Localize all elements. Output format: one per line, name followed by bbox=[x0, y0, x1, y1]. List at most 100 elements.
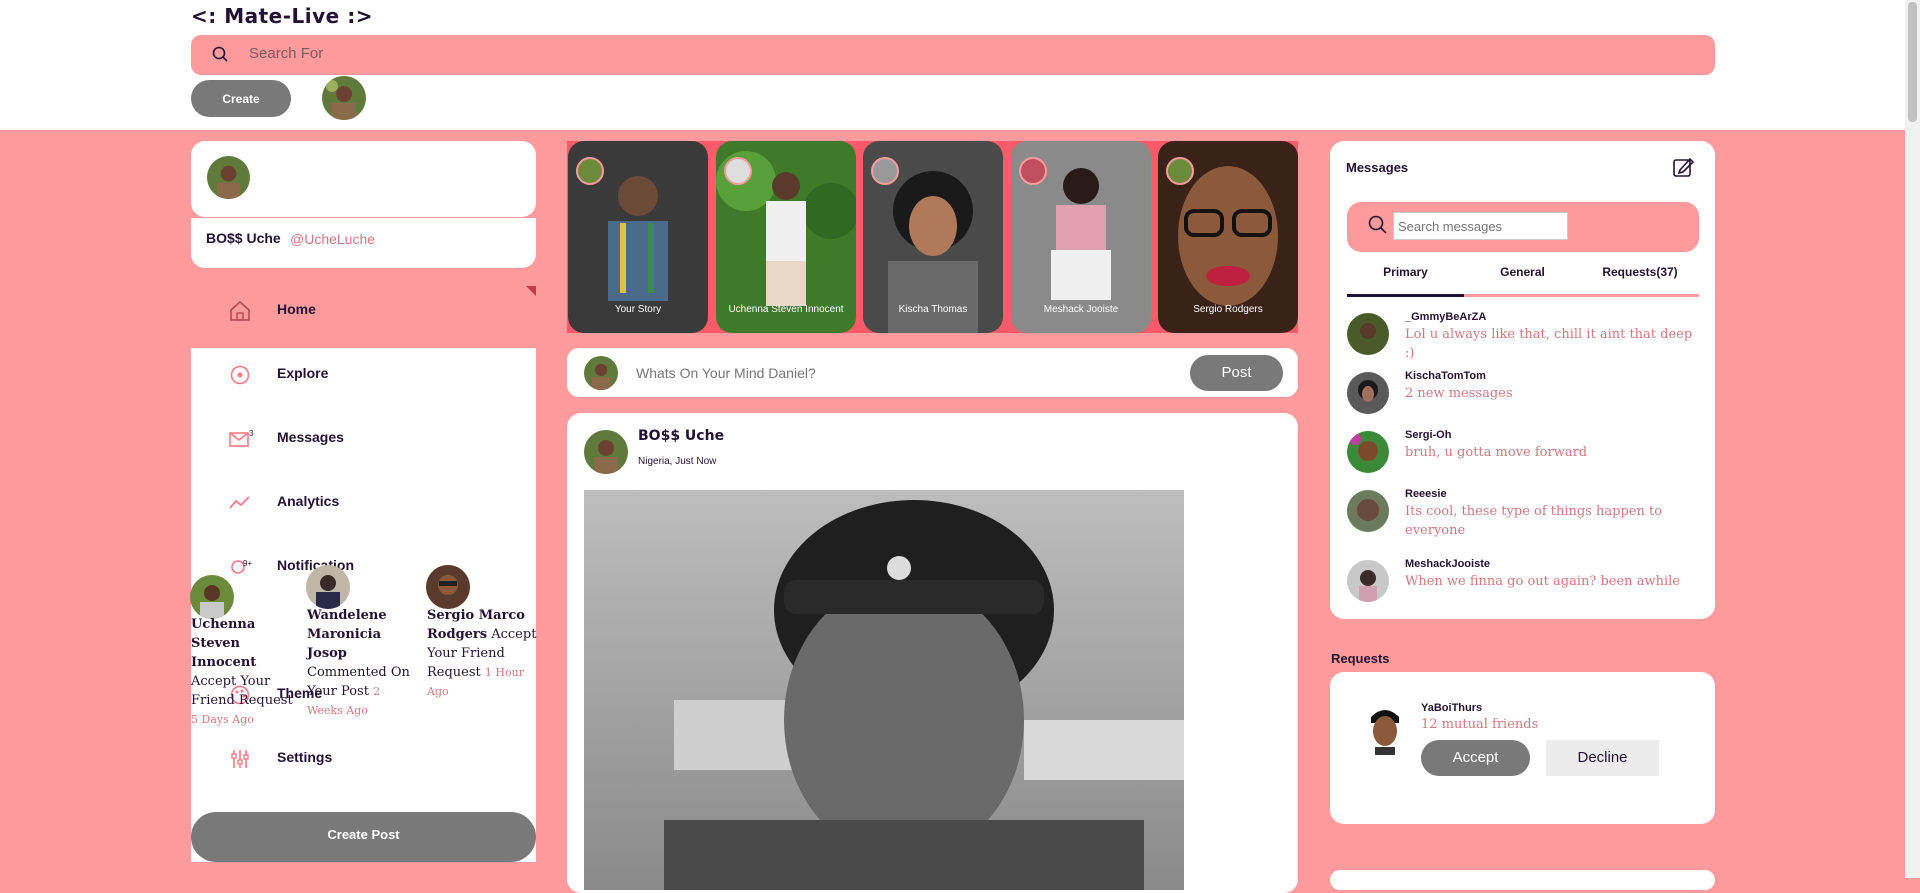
story-avatar bbox=[576, 157, 604, 185]
story-avatar bbox=[871, 157, 899, 185]
analytics-icon bbox=[229, 496, 250, 509]
post-photo[interactable] bbox=[584, 490, 1184, 890]
request-avatar[interactable] bbox=[1365, 703, 1405, 755]
message-item[interactable]: MeshackJooiste When we finna go out agai… bbox=[1347, 558, 1699, 616]
user-avatar[interactable] bbox=[322, 76, 366, 120]
notification-action: Accept Your Friend Request bbox=[191, 674, 293, 708]
message-item[interactable]: _GmmyBeArZA Lol u always like that, chil… bbox=[1347, 311, 1699, 369]
messages-title: Messages bbox=[1346, 160, 1409, 175]
profile-avatar[interactable] bbox=[207, 156, 250, 199]
message-search-bar[interactable] bbox=[1347, 202, 1699, 252]
page-scrollbar[interactable] bbox=[1905, 0, 1920, 878]
bell-icon: 9+ bbox=[231, 559, 252, 574]
sidebar-item-label: Explore bbox=[277, 365, 329, 381]
message-avatar bbox=[1347, 313, 1389, 355]
create-button[interactable]: Create bbox=[191, 80, 291, 117]
notification-avatar bbox=[190, 575, 234, 619]
post-author-avatar[interactable] bbox=[584, 430, 628, 474]
message-search-input[interactable] bbox=[1393, 212, 1568, 240]
message-preview: When we finna go out again? been awhile bbox=[1405, 574, 1680, 589]
tab-general[interactable]: General bbox=[1464, 265, 1581, 279]
sidebar-item-analytics[interactable]: Analytics bbox=[191, 473, 536, 533]
message-avatar bbox=[1347, 560, 1389, 602]
decline-button[interactable]: Decline bbox=[1546, 740, 1659, 776]
sidebar-item-label: Home bbox=[277, 301, 316, 317]
message-avatar bbox=[1347, 372, 1389, 414]
story-card[interactable]: Your Story bbox=[568, 141, 708, 333]
sidebar-item-label: Settings bbox=[277, 749, 333, 765]
create-post-button[interactable]: Create Post bbox=[191, 812, 536, 862]
notification-badge: 9+ bbox=[243, 559, 252, 568]
search-icon bbox=[212, 46, 228, 62]
message-preview: bruh, u gotta move forward bbox=[1405, 445, 1588, 460]
message-sender: _GmmyBeArZA bbox=[1405, 311, 1487, 323]
message-preview: 2 new messages bbox=[1405, 386, 1513, 401]
story-avatar bbox=[1166, 157, 1194, 185]
post-location-time: Nigeria, Just Now bbox=[638, 456, 717, 467]
story-avatar bbox=[1019, 157, 1047, 185]
next-panel bbox=[1330, 870, 1715, 890]
global-search-input[interactable] bbox=[247, 44, 951, 63]
message-item[interactable]: Reeesie Its cool, these type of things h… bbox=[1347, 488, 1699, 546]
notification-who: Uchenna Steven Innocent bbox=[191, 617, 257, 670]
notification-item[interactable]: Wandelene Maronicia Josop Commented On Y… bbox=[307, 606, 417, 720]
notification-time: 5 Days Ago bbox=[191, 713, 254, 726]
sidebar-item-label: Analytics bbox=[277, 493, 340, 509]
global-search-bar[interactable] bbox=[191, 35, 1715, 75]
scrollbar-thumb[interactable] bbox=[1908, 2, 1917, 122]
message-item[interactable]: KischaTomTom 2 new messages bbox=[1347, 370, 1699, 428]
story-caption: Your Story bbox=[614, 304, 662, 315]
settings-icon bbox=[231, 750, 249, 768]
sidebar-item-explore[interactable]: Explore bbox=[191, 345, 536, 405]
notification-action: Commented On Your Post bbox=[307, 665, 410, 699]
story-caption: Sergio Rodgers bbox=[1193, 304, 1263, 315]
sidebar-item-settings[interactable]: Settings bbox=[191, 729, 536, 789]
search-icon bbox=[1368, 215, 1387, 234]
message-preview: Lol u always like that, chill it aint th… bbox=[1405, 327, 1693, 361]
sidebar-item-messages[interactable]: 3 Messages bbox=[191, 409, 536, 469]
accept-button[interactable]: Accept bbox=[1421, 740, 1530, 776]
message-sender: Sergi-Oh bbox=[1405, 429, 1452, 441]
mail-icon: 3 bbox=[229, 429, 253, 447]
tab-requests[interactable]: Requests(37) bbox=[1581, 265, 1699, 279]
story-card[interactable]: Sergio Rodgers bbox=[1158, 141, 1298, 333]
story-caption: Meshack Jooiste bbox=[1043, 304, 1119, 315]
app-logo[interactable]: <: Mate-Live :> bbox=[191, 4, 373, 28]
sidebar-item-notification[interactable]: 9+ Notification bbox=[191, 537, 536, 597]
notification-item[interactable]: Sergio Marco Rodgers Accept Your Friend … bbox=[427, 606, 537, 701]
story-card[interactable]: Kischa Thomas bbox=[863, 141, 1003, 333]
home-icon bbox=[230, 300, 250, 321]
message-sender: MeshackJooiste bbox=[1405, 558, 1490, 570]
profile-handle: @UcheLuche bbox=[290, 231, 376, 247]
sidebar-item-label: Messages bbox=[277, 429, 344, 445]
post-author-name[interactable]: BO$$ Uche bbox=[638, 428, 724, 444]
message-avatar bbox=[1347, 490, 1389, 532]
notification-avatar bbox=[426, 565, 470, 609]
story-caption: Uchenna Steven Innocent bbox=[728, 304, 844, 315]
tab-primary[interactable]: Primary bbox=[1347, 265, 1464, 279]
story-card[interactable]: Meshack Jooiste bbox=[1011, 141, 1151, 333]
story-card[interactable]: Uchenna Steven Innocent bbox=[716, 141, 856, 333]
story-avatar bbox=[724, 157, 752, 185]
message-sender: KischaTomTom bbox=[1405, 370, 1486, 382]
composer-input[interactable] bbox=[634, 364, 1134, 382]
notification-who: Wandelene Maronicia Josop bbox=[307, 608, 387, 661]
message-avatar bbox=[1347, 431, 1389, 473]
message-sender: Reeesie bbox=[1405, 488, 1447, 500]
message-preview: Its cool, these type of things happen to… bbox=[1405, 504, 1663, 538]
tab-underline-active bbox=[1347, 294, 1464, 297]
explore-icon bbox=[230, 365, 250, 385]
post-button[interactable]: Post bbox=[1190, 355, 1283, 391]
request-name[interactable]: YaBoiThurs bbox=[1421, 702, 1482, 714]
sidebar-item-home[interactable]: Home bbox=[191, 281, 536, 341]
requests-title: Requests bbox=[1331, 651, 1390, 666]
request-mutual-friends: 12 mutual friends bbox=[1421, 717, 1539, 732]
notification-item[interactable]: Uchenna Steven Innocent Accept Your Frie… bbox=[191, 615, 301, 729]
edit-icon[interactable] bbox=[1672, 156, 1694, 178]
story-caption: Kischa Thomas bbox=[898, 304, 968, 315]
profile-name: BO$$ Uche bbox=[206, 230, 281, 246]
notification-avatar bbox=[306, 565, 350, 609]
composer-avatar bbox=[584, 356, 618, 390]
messages-badge: 3 bbox=[249, 429, 253, 438]
message-item[interactable]: Sergi-Oh bruh, u gotta move forward bbox=[1347, 429, 1699, 487]
